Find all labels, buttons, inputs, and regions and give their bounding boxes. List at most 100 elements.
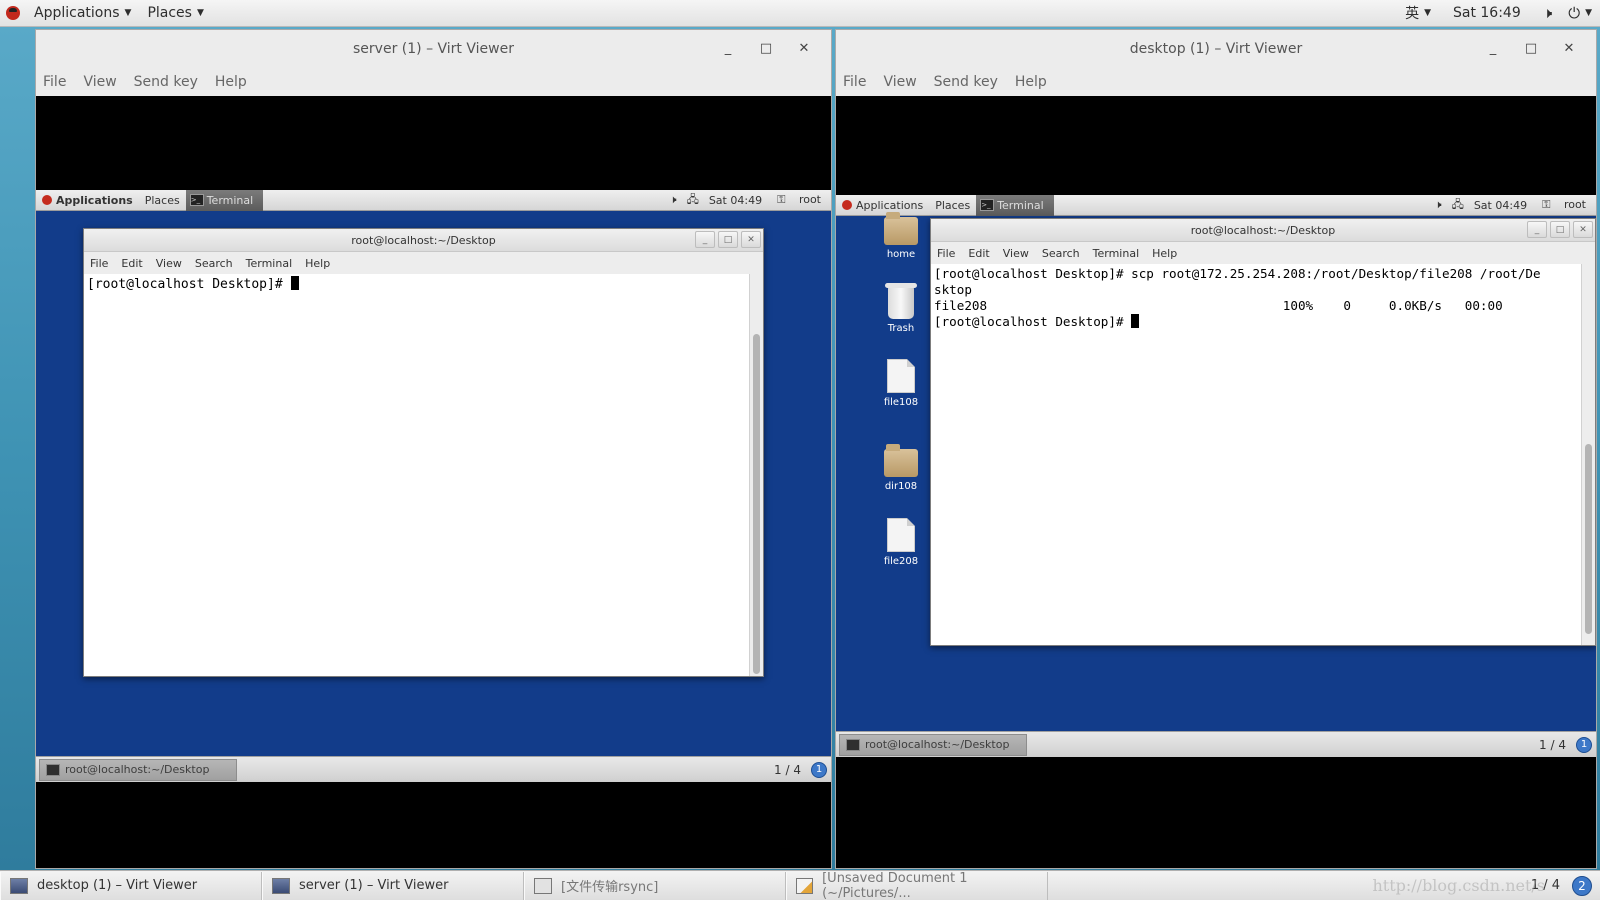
applications-menu[interactable]: Applications ▼ (26, 0, 139, 27)
guest-terminal-launcher[interactable]: >_ Terminal (976, 194, 1054, 216)
terminal-menu-edit[interactable]: Edit (968, 247, 989, 260)
menu-view[interactable]: View (83, 74, 116, 90)
taskbar-item-desktop-viewer[interactable]: desktop (1) – Virt Viewer (0, 871, 262, 900)
desktop-icon-label: home (886, 249, 916, 260)
guest-user-menu[interactable]: ⚿ root (1532, 198, 1596, 212)
notification-badge[interactable]: 1 (1576, 736, 1592, 753)
terminal-output[interactable]: [root@localhost Desktop]# scp root@172.2… (931, 264, 1581, 645)
close-icon[interactable]: ✕ (741, 231, 761, 248)
minimize-icon[interactable]: _ (1474, 41, 1512, 56)
minimize-icon[interactable]: _ (709, 41, 747, 56)
terminal-launcher-label: Terminal (206, 193, 254, 207)
window-titlebar[interactable]: server (1) – Virt Viewer _ □ ✕ (36, 30, 831, 67)
taskbar-item-server-viewer[interactable]: server (1) – Virt Viewer (262, 871, 524, 900)
guest-clock[interactable]: Sat 04:49 (1469, 199, 1532, 212)
power-icon[interactable]: ⏻ ▼ (1560, 4, 1600, 22)
desktop-icon-dir108[interactable]: dir108 (871, 444, 931, 492)
guest-desktop[interactable]: Applications Places >_ Terminal 🕨 🖧 Sat 0… (836, 194, 1596, 757)
terminal-menu-search[interactable]: Search (1042, 247, 1080, 260)
close-icon[interactable]: ✕ (785, 41, 823, 56)
guest-places-menu[interactable]: Places (139, 190, 186, 211)
terminal-menu-file[interactable]: File (90, 257, 108, 270)
menu-view[interactable]: View (883, 74, 916, 90)
terminal-line: file208 100% 0 0.0KB/s 00:00 (934, 298, 1503, 313)
guest-display[interactable]: Applications Places >_ Terminal 🕨 🖧 Sat 0… (36, 96, 831, 868)
clock[interactable]: Sat 16:49 (1439, 5, 1535, 21)
menu-help[interactable]: Help (215, 74, 247, 90)
window-title: server (1) – Virt Viewer (353, 40, 514, 57)
folder-icon (884, 212, 918, 245)
terminal-output[interactable]: [root@localhost Desktop]# (84, 274, 749, 676)
notification-badge[interactable]: 1 (811, 761, 827, 778)
notification-badge[interactable]: 2 (1572, 875, 1592, 896)
desktop-icon-home[interactable]: home (871, 212, 931, 260)
terminal-menu-search[interactable]: Search (195, 257, 233, 270)
maximize-icon[interactable]: □ (718, 231, 738, 248)
guest-terminal-window[interactable]: root@localhost:~/Desktop _ □ ✕ File Edit… (930, 218, 1596, 646)
scrollbar-thumb[interactable] (753, 334, 760, 674)
minimize-icon[interactable]: _ (1527, 221, 1547, 238)
guest-desktop[interactable]: Applications Places >_ Terminal 🕨 🖧 Sat 0… (36, 189, 831, 782)
desktop-icon-trash[interactable]: Trash (871, 283, 931, 334)
menu-send-key[interactable]: Send key (134, 74, 198, 90)
terminal-menu-view[interactable]: View (1003, 247, 1029, 260)
chevron-down-icon: ▼ (124, 8, 132, 18)
terminal-scrollbar[interactable] (749, 274, 763, 676)
maximize-icon[interactable]: □ (1512, 41, 1550, 56)
window-titlebar[interactable]: desktop (1) – Virt Viewer _ □ ✕ (836, 30, 1596, 67)
terminal-titlebar[interactable]: root@localhost:~/Desktop _ □ ✕ (931, 219, 1595, 242)
menu-file[interactable]: File (843, 74, 866, 90)
maximize-icon[interactable]: □ (1550, 221, 1570, 238)
virt-viewer-icon (10, 877, 28, 894)
terminal-icon (846, 738, 860, 751)
input-method-indicator[interactable]: 英 ▼ (1397, 3, 1439, 23)
places-menu[interactable]: Places ▼ (139, 0, 211, 27)
desktop-icon-file208[interactable]: file208 (871, 518, 931, 567)
speaker-icon[interactable]: 🕨 (1430, 198, 1447, 212)
workspace-indicator[interactable]: 1 / 4 (774, 763, 801, 777)
network-icon[interactable]: 🖧 (1447, 196, 1469, 215)
desktop-icon-file108[interactable]: file108 (871, 359, 931, 408)
terminal-scrollbar[interactable] (1581, 264, 1595, 645)
guest-display[interactable]: Applications Places >_ Terminal 🕨 🖧 Sat 0… (836, 96, 1596, 868)
workspace-indicator[interactable]: 1 / 4 (1539, 738, 1566, 752)
terminal-menu-help[interactable]: Help (305, 257, 330, 270)
scrollbar-thumb[interactable] (1585, 444, 1592, 634)
taskbar-item-text-editor[interactable]: [Unsaved Document 1 (~/Pictures/... (786, 871, 1048, 900)
terminal-line: sktop (934, 282, 972, 297)
guest-places-menu[interactable]: Places (929, 195, 976, 216)
terminal-titlebar[interactable]: root@localhost:~/Desktop _ □ ✕ (84, 229, 763, 252)
terminal-menu-edit[interactable]: Edit (121, 257, 142, 270)
terminal-menu-terminal[interactable]: Terminal (246, 257, 293, 270)
guest-terminal-window[interactable]: root@localhost:~/Desktop _ □ ✕ File Edit… (83, 228, 764, 677)
speaker-icon[interactable]: 🕨 (665, 193, 682, 207)
menu-send-key[interactable]: Send key (934, 74, 998, 90)
guest-applications-menu[interactable]: Applications (56, 190, 139, 211)
close-icon[interactable]: ✕ (1550, 41, 1588, 56)
guest-terminal-launcher[interactable]: >_ Terminal (185, 189, 264, 211)
menu-file[interactable]: File (43, 74, 66, 90)
terminal-menu-view[interactable]: View (156, 257, 182, 270)
terminal-title: root@localhost:~/Desktop (1190, 223, 1336, 237)
guest-user-menu[interactable]: ⚿ root (767, 193, 831, 207)
terminal-line: [root@localhost Desktop]# (934, 314, 1132, 329)
guest-clock[interactable]: Sat 04:49 (704, 194, 767, 207)
guest-task-button[interactable]: root@localhost:~/Desktop (839, 733, 1027, 756)
guest-task-button[interactable]: root@localhost:~/Desktop (39, 758, 237, 781)
chevron-down-icon: ▼ (196, 8, 204, 18)
terminal-menu-help[interactable]: Help (1152, 247, 1177, 260)
menu-help[interactable]: Help (1015, 74, 1047, 90)
taskbar-item-rsync-doc[interactable]: [文件传输rsync] (524, 871, 786, 900)
maximize-icon[interactable]: □ (747, 41, 785, 56)
desktop-icon-label: file208 (883, 556, 919, 567)
desktop-virt-viewer-window[interactable]: desktop (1) – Virt Viewer _ □ ✕ File Vie… (835, 29, 1597, 869)
terminal-menu-terminal[interactable]: Terminal (1093, 247, 1140, 260)
minimize-icon[interactable]: _ (695, 231, 715, 248)
server-virt-viewer-window[interactable]: server (1) – Virt Viewer _ □ ✕ File View… (35, 29, 832, 869)
speaker-icon[interactable]: 🕨 (1535, 4, 1560, 22)
network-icon[interactable]: 🖧 (682, 191, 704, 210)
terminal-icon: >_ (980, 199, 995, 211)
menu-bar: File View Send key Help (836, 67, 1596, 96)
close-icon[interactable]: ✕ (1573, 221, 1593, 238)
terminal-menu-file[interactable]: File (937, 247, 955, 260)
